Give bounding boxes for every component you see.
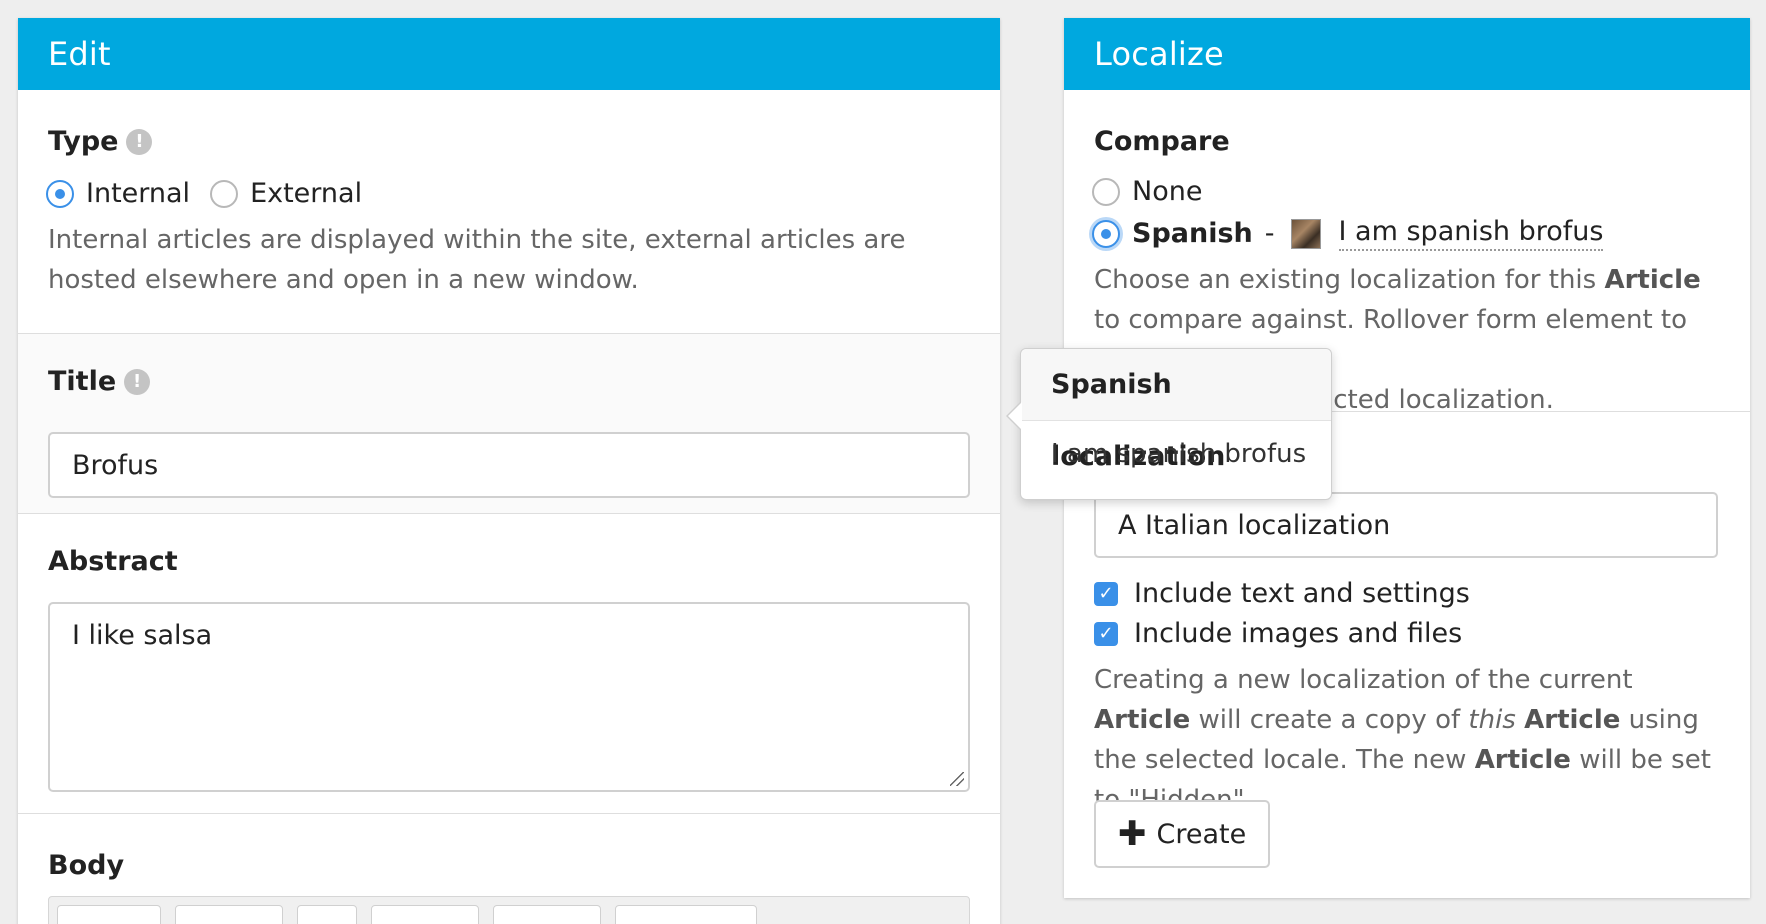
include-images-option[interactable]: ✓ Include images and files bbox=[1094, 618, 1462, 649]
none-radio[interactable] bbox=[1092, 177, 1120, 206]
include-text-checkbox[interactable]: ✓ bbox=[1094, 581, 1118, 606]
type-label: Type ! bbox=[48, 126, 153, 157]
compare-spanish-option[interactable]: Spanish - I am spanish brofus bbox=[1092, 216, 1604, 251]
title-label: Title ! bbox=[48, 366, 151, 397]
article-thumbnail bbox=[1290, 218, 1321, 249]
abstract-label: Abstract bbox=[48, 546, 178, 577]
create-help-part1: Creating a new localization of the curre… bbox=[1094, 665, 1633, 695]
compare-help-part1: Choose an existing localization for this bbox=[1094, 265, 1605, 295]
create-help-bold1: Article bbox=[1094, 705, 1191, 735]
localization-name-value: A Italian localization bbox=[1118, 509, 1391, 541]
body-label: Body bbox=[48, 850, 125, 881]
block-button[interactable] bbox=[297, 905, 357, 924]
create-help-italic: this bbox=[1468, 705, 1516, 735]
localization-name-input[interactable]: A Italian localization bbox=[1094, 492, 1718, 558]
type-radio-group: Internal External bbox=[46, 178, 362, 209]
spanish-radio[interactable] bbox=[1092, 219, 1120, 248]
title-input[interactable]: Brofus bbox=[48, 432, 970, 498]
list-button[interactable] bbox=[371, 905, 479, 924]
create-button-label: Create bbox=[1156, 818, 1247, 850]
plus-icon: ✚ bbox=[1118, 814, 1147, 854]
spanish-separator: - bbox=[1264, 218, 1275, 249]
file-button[interactable] bbox=[615, 905, 757, 924]
edit-panel-header: Edit bbox=[18, 18, 1000, 90]
type-section: Type ! Internal External Internal articl… bbox=[18, 90, 1000, 334]
tooltip-title: Spanish localization bbox=[1021, 349, 1331, 472]
abstract-textarea-value: I like salsa bbox=[72, 620, 213, 651]
type-internal-option[interactable]: Internal bbox=[46, 178, 190, 209]
create-button[interactable]: ✚ Create bbox=[1094, 800, 1271, 868]
create-help-bold3: Article bbox=[1474, 745, 1571, 775]
localization-tooltip: Spanish localization I am spanish brofus bbox=[1006, 348, 1332, 500]
title-input-value: Brofus bbox=[72, 449, 159, 481]
create-help-text: Creating a new localization of the curre… bbox=[1094, 660, 1724, 820]
compare-none-option[interactable]: None bbox=[1092, 176, 1202, 207]
type-help-text: Internal articles are displayed within t… bbox=[48, 225, 906, 295]
resize-handle[interactable] bbox=[950, 772, 964, 786]
abstract-section: Abstract I like salsa bbox=[18, 514, 1000, 814]
info-icon[interactable]: ! bbox=[124, 368, 151, 395]
tooltip-arrow-inner bbox=[1008, 402, 1022, 430]
body-editor-toolbar bbox=[48, 896, 970, 924]
compare-help-bold1: Article bbox=[1604, 265, 1701, 295]
info-icon[interactable]: ! bbox=[126, 128, 153, 155]
bold-italic-button[interactable] bbox=[57, 905, 161, 924]
title-label-text: Title bbox=[48, 366, 117, 397]
internal-label: Internal bbox=[86, 178, 191, 209]
include-images-label: Include images and files bbox=[1134, 618, 1463, 649]
edit-panel: Edit Type ! Internal External Internal a… bbox=[18, 18, 1000, 924]
include-text-option[interactable]: ✓ Include text and settings bbox=[1094, 578, 1470, 609]
abstract-textarea[interactable]: I like salsa bbox=[48, 602, 970, 792]
spanish-article-title[interactable]: I am spanish brofus bbox=[1338, 216, 1604, 251]
title-section: Title ! Brofus bbox=[18, 334, 1000, 514]
external-label: External bbox=[250, 178, 363, 209]
create-help-bold2: Article bbox=[1524, 705, 1621, 735]
create-help-part2: will create a copy of bbox=[1190, 705, 1469, 735]
spanish-locale-label: Spanish bbox=[1132, 218, 1253, 249]
type-external-option[interactable]: External bbox=[210, 178, 362, 209]
include-text-label: Include text and settings bbox=[1134, 578, 1470, 609]
type-label-text: Type bbox=[48, 126, 119, 157]
external-radio[interactable] bbox=[210, 179, 239, 208]
localize-panel-header: Localize bbox=[1064, 18, 1750, 90]
format-button[interactable] bbox=[175, 905, 283, 924]
link-button[interactable] bbox=[493, 905, 601, 924]
none-label: None bbox=[1132, 176, 1203, 207]
internal-radio[interactable] bbox=[46, 179, 74, 208]
include-images-checkbox[interactable]: ✓ bbox=[1094, 621, 1118, 646]
compare-label: Compare bbox=[1094, 126, 1230, 157]
